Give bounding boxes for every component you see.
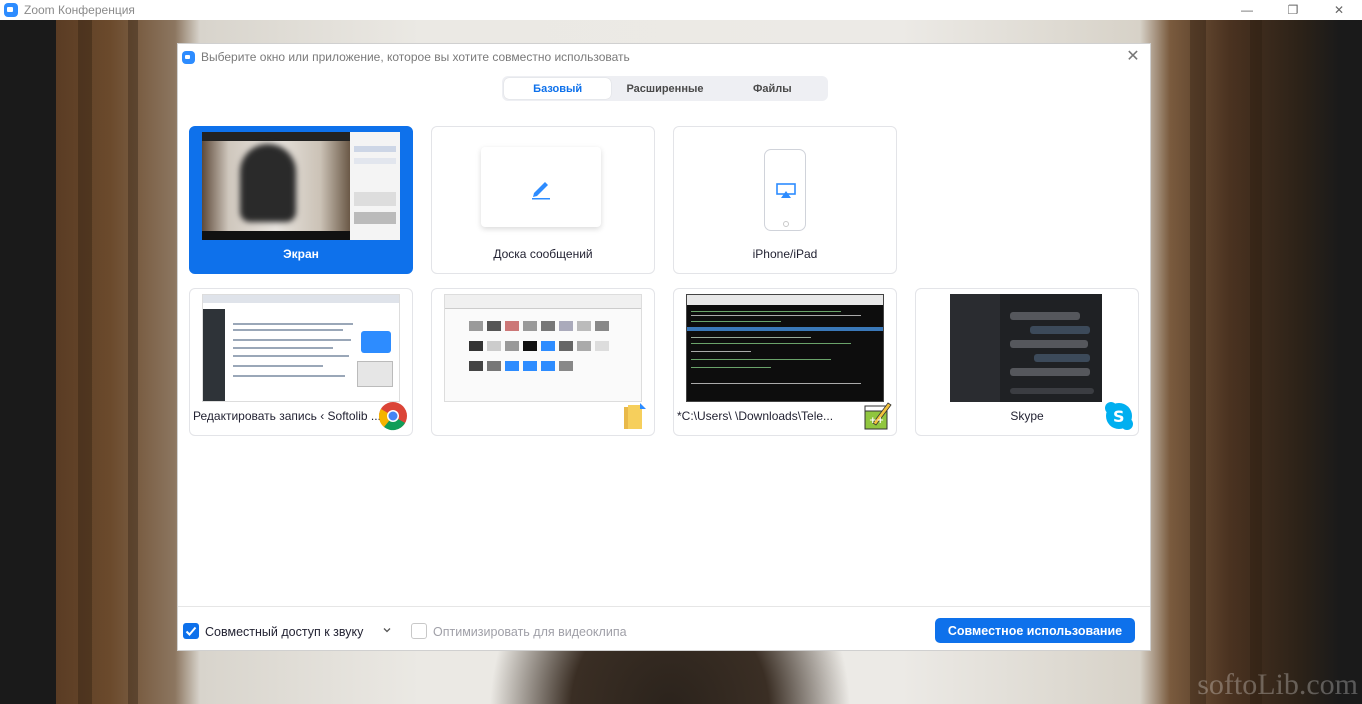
dialog-close-button[interactable]: ✕ xyxy=(1124,48,1142,66)
airplay-icon xyxy=(776,183,796,198)
curtain-fold xyxy=(128,20,138,704)
share-tabs: Базовый Расширенные Файлы xyxy=(502,76,828,101)
svg-text:S: S xyxy=(1113,407,1125,426)
window-controls: — ❐ ✕ xyxy=(1224,0,1362,20)
optimize-video-label[interactable]: Оптимизировать для видеоклипа xyxy=(433,625,627,639)
source-label: Экран xyxy=(283,247,319,261)
screen-thumbnail xyxy=(202,132,400,240)
source-window-notepad[interactable]: *C:\Users\ \Downloads\Tele... ++ xyxy=(673,288,897,436)
zoom-logo-icon xyxy=(4,3,18,17)
chevron-down-icon[interactable] xyxy=(382,625,392,635)
source-whiteboard[interactable]: Доска сообщений xyxy=(431,126,655,274)
share-button[interactable]: Совместное использование xyxy=(935,618,1135,643)
curtain-fold xyxy=(78,20,92,704)
source-label: Доска сообщений xyxy=(493,247,593,261)
share-audio-checkbox[interactable] xyxy=(183,623,199,639)
source-screen[interactable]: Экран xyxy=(189,126,413,274)
curtain-fold xyxy=(1190,20,1206,704)
dialog-footer: Совместный доступ к звуку Оптимизировать… xyxy=(178,606,1150,650)
tab-basic[interactable]: Базовый xyxy=(504,78,612,99)
app-title: Zoom Конференция xyxy=(24,3,135,17)
explorer-window-thumbnail xyxy=(444,294,642,402)
home-button-icon xyxy=(783,221,789,227)
share-audio-label[interactable]: Совместный доступ к звуку xyxy=(205,625,363,639)
explorer-folder-icon xyxy=(624,403,646,429)
restore-button[interactable]: ❐ xyxy=(1270,0,1316,20)
notepad-plus-plus-icon: ++ xyxy=(864,402,892,430)
tab-advanced[interactable]: Расширенные xyxy=(611,78,718,99)
dialog-header: Выберите окно или приложение, которое вы… xyxy=(178,44,1150,70)
browser-window-thumbnail xyxy=(202,294,400,402)
source-window-browser[interactable]: Редактировать запись ‹ Softolib ... xyxy=(189,288,413,436)
skype-icon: S xyxy=(1105,402,1133,430)
phone-tile xyxy=(764,149,806,231)
chrome-icon xyxy=(378,402,407,431)
source-window-skype[interactable]: Skype S xyxy=(915,288,1139,436)
editor-window-thumbnail xyxy=(686,294,884,402)
share-screen-dialog: Выберите окно или приложение, которое вы… xyxy=(177,43,1151,651)
optimize-video-checkbox[interactable] xyxy=(411,623,427,639)
whiteboard-tile xyxy=(481,147,601,227)
watermark: softoLib.com xyxy=(1197,668,1358,701)
minimize-button[interactable]: — xyxy=(1224,0,1270,20)
checkmark-icon xyxy=(185,626,197,636)
zoom-logo-icon xyxy=(182,50,195,64)
curtain-fold xyxy=(1250,20,1262,704)
source-iphone-ipad[interactable]: iPhone/iPad xyxy=(673,126,897,274)
tab-files[interactable]: Файлы xyxy=(719,78,826,99)
app-titlebar: Zoom Конференция — ❐ ✕ xyxy=(0,0,1362,20)
close-window-button[interactable]: ✕ xyxy=(1316,0,1362,20)
svg-text:++: ++ xyxy=(869,416,884,426)
source-window-explorer[interactable] xyxy=(431,288,655,436)
skype-window-thumbnail xyxy=(950,294,1102,402)
source-label: iPhone/iPad xyxy=(752,247,818,261)
pencil-icon xyxy=(532,182,550,200)
dialog-title: Выберите окно или приложение, которое вы… xyxy=(201,50,630,64)
